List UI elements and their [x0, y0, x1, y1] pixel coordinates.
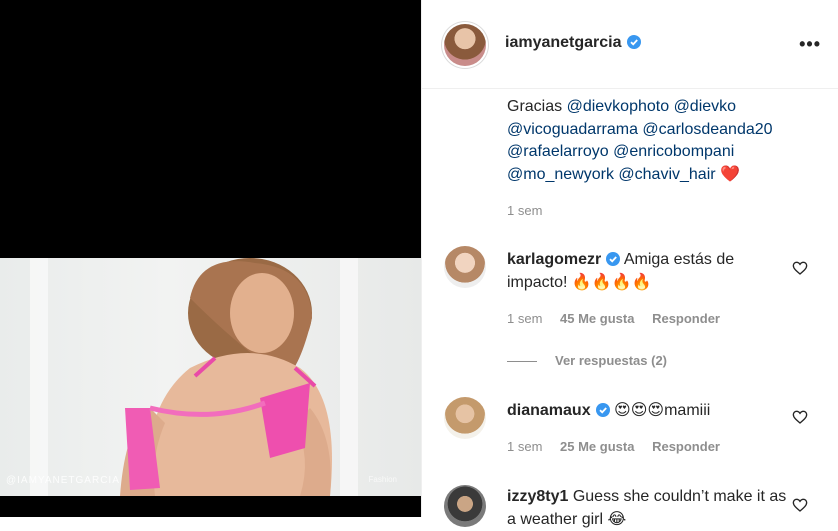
reply-button[interactable]: Responder [652, 439, 720, 454]
reply-button[interactable]: Responder [652, 311, 720, 326]
more-horizontal-icon[interactable]: ••• [799, 34, 821, 55]
commenter-username[interactable]: izzy8ty1 [507, 488, 568, 505]
comment-body: dianamaux 😍😍😍mamiii [507, 400, 787, 423]
commenter-username[interactable]: karlagomezr [507, 251, 601, 268]
mention-link[interactable]: @enricobompani [613, 143, 734, 160]
comment-body: izzy8ty1 Guess she couldn’t make it as a… [507, 486, 787, 531]
verified-badge-icon [626, 35, 641, 49]
comment-likes[interactable]: 45 Me gusta [560, 311, 634, 326]
commenter-username[interactable]: dianamaux [507, 402, 591, 419]
mention-link[interactable]: @vicoguadarrama [507, 121, 638, 138]
mention-link[interactable]: @carlosdeanda20 [642, 121, 772, 138]
comment-time[interactable]: 1 sem [507, 439, 542, 454]
commenter-avatar[interactable] [444, 397, 486, 439]
video-watermark-right: Fashion [368, 475, 397, 484]
mention-link[interactable]: @dievko [674, 98, 737, 115]
view-replies-button[interactable]: Ver respuestas (2) [507, 353, 667, 368]
view-replies-label: Ver respuestas (2) [555, 353, 668, 368]
comment-meta: 1 sem 45 Me gusta Responder [507, 311, 734, 326]
comment-meta: 1 sem 25 Me gusta Responder [507, 439, 734, 454]
like-heart-icon[interactable] [792, 409, 808, 425]
comment-likes[interactable]: 25 Me gusta [560, 439, 634, 454]
like-heart-icon[interactable] [792, 260, 808, 276]
caption-text: Gracias [507, 98, 563, 115]
heart-emoji: ❤️ [720, 165, 740, 183]
video-frame [120, 258, 332, 496]
author-avatar[interactable] [444, 24, 486, 66]
video-watermark: @IAMYANETGARCIA [6, 475, 120, 486]
media-viewer[interactable]: @IAMYANETGARCIA Fashion [0, 0, 421, 517]
mention-link[interactable]: @mo_newyork [507, 166, 614, 183]
verified-badge-icon [595, 403, 610, 417]
comment-text: 😍😍😍mamiii [614, 402, 711, 419]
post-video[interactable]: @IAMYANETGARCIA Fashion [0, 258, 421, 496]
post-caption: Gracias @dievkophoto @dievko @vicoguadar… [507, 96, 807, 186]
mention-link[interactable]: @chaviv_hair [618, 166, 715, 183]
commenter-avatar[interactable] [444, 246, 486, 288]
mention-link[interactable]: @rafaelarroyo [507, 143, 609, 160]
like-heart-icon[interactable] [792, 497, 808, 513]
comment-body: karlagomezr Amiga estás de impacto! 🔥🔥🔥🔥 [507, 249, 787, 294]
mention-link[interactable]: @dievkophoto [567, 98, 670, 115]
post-header: iamyanetgarcia ••• [422, 0, 838, 89]
post-timestamp[interactable]: 1 sem [507, 203, 542, 218]
post-side-panel: iamyanetgarcia ••• Gracias @dievkophoto … [421, 0, 838, 528]
commenter-avatar[interactable] [444, 485, 486, 527]
author-username-row: iamyanetgarcia [505, 34, 641, 52]
verified-badge-icon [606, 252, 621, 266]
comment-time[interactable]: 1 sem [507, 311, 542, 326]
author-username[interactable]: iamyanetgarcia [505, 34, 622, 51]
replies-divider [507, 361, 537, 363]
